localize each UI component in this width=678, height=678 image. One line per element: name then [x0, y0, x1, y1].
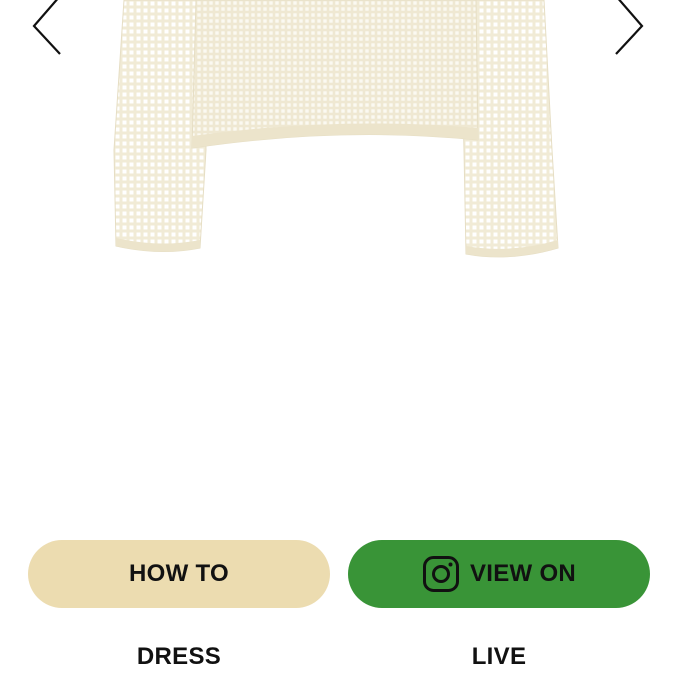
chevron-right-icon	[615, 0, 644, 55]
view-on-label: VIEW ON	[469, 560, 577, 587]
how-to-label: HOW TO	[128, 560, 229, 587]
view-on-live-button[interactable]: VIEW ON	[348, 540, 650, 608]
product-image	[100, 0, 580, 270]
chevron-left-icon	[32, 0, 61, 55]
how-to-dress-button[interactable]: HOW TO	[28, 540, 330, 608]
instagram-icon	[422, 555, 460, 593]
carousel-next-button[interactable]	[612, 0, 652, 60]
view-on-sublabel: LIVE	[471, 643, 527, 670]
how-to-sublabel: DRESS	[136, 643, 222, 670]
carousel-prev-button[interactable]	[24, 0, 64, 60]
product-view: HOW TO VIEW ON DRESS LIVE	[0, 0, 678, 678]
